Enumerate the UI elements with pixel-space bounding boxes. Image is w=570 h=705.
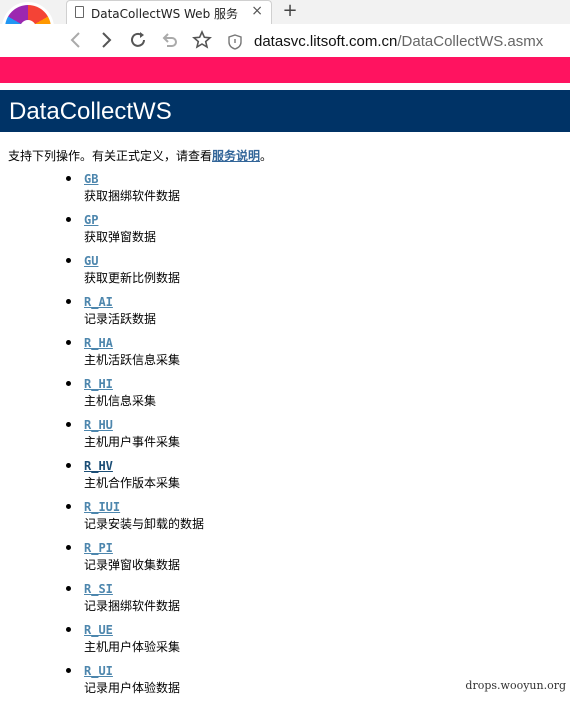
operation-link[interactable]: R_HI [84, 377, 113, 391]
operation-description: 记录安装与卸载的数据 [84, 517, 205, 531]
operation-link[interactable]: R_AI [84, 295, 113, 309]
reload-icon[interactable] [126, 30, 150, 55]
operation-description: 主机活跃信息采集 [84, 353, 181, 367]
bullet-icon [66, 381, 71, 386]
bullet-icon [66, 545, 71, 550]
bullet-icon [66, 586, 71, 591]
bullet-icon [66, 504, 71, 509]
operation-description: 获取弹窗数据 [84, 230, 157, 244]
tab-close-icon[interactable]: × [251, 3, 263, 19]
operation-link[interactable]: GU [84, 254, 98, 268]
address-path: /DataCollectWS.asmx [397, 33, 544, 50]
forward-icon[interactable] [94, 30, 118, 55]
operation-link[interactable]: R_SI [84, 582, 113, 596]
operation-link[interactable]: GP [84, 213, 98, 227]
operation-link[interactable]: R_HV [84, 459, 113, 473]
intro-prefix: 支持下列操作。有关正式定义，请查看 [8, 149, 213, 163]
operation-description: 主机用户体验采集 [84, 640, 181, 654]
operation-link[interactable]: R_IUI [84, 500, 120, 514]
address-host: datasvc.litsoft.com.cn [254, 33, 398, 50]
address-bar[interactable]: datasvc.litsoft.com.cn/DataCollectWS.asm… [254, 33, 543, 50]
operation-description: 记录弹窗收集数据 [84, 558, 181, 572]
operation-description: 主机信息采集 [84, 394, 157, 408]
operation-description: 主机合作版本采集 [84, 476, 181, 490]
operation-link[interactable]: R_HA [84, 336, 113, 350]
back-icon[interactable] [64, 30, 88, 55]
browser-tab[interactable]: DataCollectWS Web 服务 × [66, 0, 272, 24]
operation-description: 记录活跃数据 [84, 312, 157, 326]
operation-link[interactable]: R_UE [84, 623, 113, 637]
operation-link[interactable]: R_UI [84, 664, 113, 678]
operation-link[interactable]: R_PI [84, 541, 113, 555]
bullet-icon [66, 668, 71, 673]
watermark: drops.wooyun.org [465, 679, 566, 692]
bullet-icon [66, 463, 71, 468]
bullet-icon [66, 627, 71, 632]
operation-description: 获取捆绑软件数据 [84, 189, 181, 203]
bullet-icon [66, 340, 71, 345]
page-title: DataCollectWS [9, 98, 172, 125]
star-icon[interactable] [190, 30, 214, 55]
shield-icon[interactable] [228, 34, 242, 50]
tab-title: DataCollectWS Web 服务 [91, 7, 239, 21]
bullet-icon [66, 258, 71, 263]
operation-link[interactable]: R_HU [84, 418, 113, 432]
bullet-icon [66, 217, 71, 222]
operation-description: 记录捆绑软件数据 [84, 599, 181, 613]
operation-description: 主机用户事件采集 [84, 435, 181, 449]
page-header: DataCollectWS [0, 90, 570, 132]
document-icon [75, 6, 84, 18]
top-banner [0, 57, 570, 83]
operation-link[interactable]: GB [84, 172, 98, 186]
intro-text: 支持下列操作。有关正式定义，请查看服务说明。 [8, 147, 272, 164]
operation-description: 获取更新比例数据 [84, 271, 181, 285]
bullet-icon [66, 422, 71, 427]
undo-icon[interactable] [158, 30, 182, 55]
bullet-icon [66, 299, 71, 304]
service-description-link[interactable]: 服务说明 [212, 149, 260, 163]
intro-suffix: 。 [260, 149, 273, 163]
bullet-icon [66, 176, 71, 181]
new-tab-button[interactable]: + [280, 0, 300, 21]
operation-description: 记录用户体验数据 [84, 681, 181, 695]
